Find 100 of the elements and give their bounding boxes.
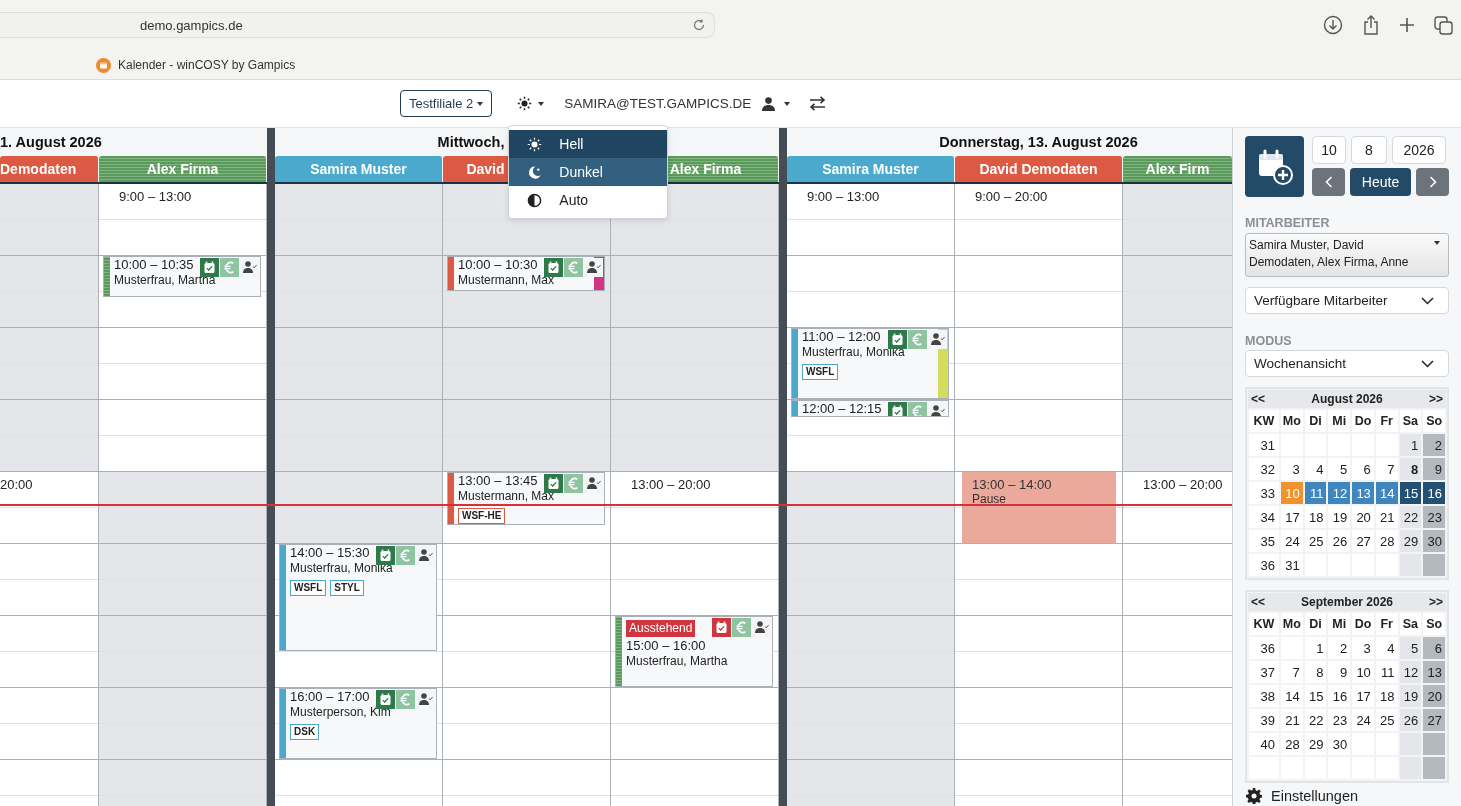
previous-month-link[interactable]: << [1251, 392, 1265, 406]
day-cell[interactable] [1399, 757, 1422, 779]
day-cell[interactable]: 24 [1352, 709, 1374, 731]
today-button[interactable]: Heute [1350, 168, 1411, 196]
reload-icon[interactable] [692, 18, 706, 32]
next-month-link[interactable]: >> [1428, 392, 1443, 406]
day-cell[interactable]: 23 [1328, 709, 1351, 731]
day-cell[interactable]: 12 [1328, 482, 1351, 504]
day-cell[interactable]: 23 [1423, 506, 1445, 528]
theme-menu-item[interactable]: Dunkel [509, 158, 668, 186]
day-cell[interactable]: 7 [1375, 458, 1398, 480]
day-cell[interactable]: 27 [1423, 709, 1445, 731]
day-cell[interactable] [1399, 554, 1422, 576]
day-cell[interactable]: 4 [1304, 458, 1327, 480]
day-cell[interactable]: 25 [1304, 530, 1327, 552]
slot-background[interactable]: 12:00 – 12:15 [787, 400, 954, 436]
day-cell[interactable]: 24 [1281, 530, 1303, 552]
appointment-card[interactable]: 13:00 – 13:45 Mustermann, Max WSF-HE [447, 472, 605, 525]
day-cell[interactable]: 19 [1399, 685, 1422, 707]
theme-menu-item[interactable]: Auto [509, 186, 668, 214]
slot-background[interactable]: 9:00 – 13:00 [787, 184, 954, 220]
day-cell[interactable] [1423, 733, 1445, 755]
day-cell[interactable] [1423, 554, 1445, 576]
calendar-check-icon[interactable] [376, 546, 395, 565]
day-cell[interactable]: 4 [1375, 637, 1398, 659]
day-cell[interactable]: 15 [1399, 482, 1422, 504]
day-cell[interactable]: 16 [1328, 685, 1351, 707]
day-cell[interactable]: 5 [1328, 458, 1351, 480]
day-cell[interactable]: 28 [1281, 733, 1303, 755]
calendar-check-icon[interactable] [712, 618, 731, 637]
slot-background[interactable] [275, 472, 442, 508]
slot-background[interactable] [0, 292, 98, 328]
day-cell[interactable]: 26 [1328, 530, 1351, 552]
day-cell[interactable]: 1 [1399, 434, 1422, 456]
calendar-check-icon[interactable] [888, 330, 907, 349]
day-cell[interactable]: 13 [1423, 661, 1445, 683]
day-cell[interactable]: 17 [1281, 506, 1303, 528]
day-cell[interactable] [1423, 757, 1445, 779]
day-cell[interactable]: 29 [1304, 733, 1327, 755]
settings-link[interactable]: Einstellungen [1245, 788, 1449, 804]
day-cell[interactable]: 6 [1423, 637, 1445, 659]
date-field[interactable]: 8 [1351, 136, 1387, 164]
day-cell[interactable]: 15 [1304, 685, 1327, 707]
employee-header[interactable]: Demodaten [0, 156, 99, 182]
tab-title[interactable]: Kalender - winCOSY by Gampics [118, 58, 296, 72]
previous-month-link[interactable]: << [1251, 595, 1265, 609]
day-cell[interactable]: 13 [1352, 482, 1374, 504]
plus-icon[interactable] [1399, 17, 1415, 33]
calendar-check-icon[interactable] [200, 258, 219, 277]
mode-select[interactable]: Wochenansicht [1245, 350, 1449, 377]
next-button[interactable] [1416, 168, 1449, 196]
employee-header[interactable]: David Demodaten [955, 156, 1123, 182]
day-cell[interactable]: 11 [1304, 482, 1327, 504]
day-cell[interactable]: 21 [1375, 506, 1398, 528]
day-cell[interactable]: 21 [1281, 709, 1303, 731]
day-cell[interactable]: 14 [1281, 685, 1303, 707]
day-cell[interactable]: 7 [1281, 661, 1303, 683]
person-check-icon[interactable] [584, 258, 603, 277]
day-cell[interactable]: 6 [1352, 458, 1374, 480]
day-cell[interactable]: 3 [1352, 637, 1374, 659]
appointment-card[interactable]: 10:00 – 10:35 Musterfrau, Martha [103, 256, 261, 297]
slot-background[interactable]: 9:00 – 13:00 [99, 184, 266, 220]
day-cell[interactable] [1399, 733, 1422, 755]
day-cell[interactable]: 19 [1328, 506, 1351, 528]
share-icon[interactable] [1362, 14, 1380, 36]
slot-background[interactable]: 10:00 – 10:35 Musterfrau, Martha [99, 256, 266, 328]
day-cell[interactable]: 8 [1304, 661, 1327, 683]
day-cell[interactable]: 30 [1423, 530, 1445, 552]
user-email[interactable]: SAMIRA@TEST.GAMPICS.DE [564, 96, 752, 111]
day-cell[interactable]: 25 [1375, 709, 1398, 731]
day-cell[interactable]: 9 [1423, 458, 1445, 480]
day-cell[interactable]: 8 [1399, 458, 1422, 480]
day-cell[interactable]: 28 [1375, 530, 1398, 552]
tabs-icon[interactable] [1434, 15, 1453, 35]
calendar-check-icon[interactable] [888, 402, 907, 416]
next-month-link[interactable]: >> [1429, 595, 1443, 609]
person-check-icon[interactable] [928, 330, 947, 349]
day-cell[interactable]: 1 [1304, 637, 1327, 659]
theme-menu-item[interactable]: Hell [509, 130, 668, 158]
day-cell[interactable]: 10 [1352, 661, 1374, 683]
day-cell[interactable]: 14 [1375, 482, 1398, 504]
day-cell[interactable]: 20 [1352, 506, 1374, 528]
address-bar[interactable]: demo.gampics.de [0, 12, 715, 38]
day-cell[interactable]: 3 [1281, 458, 1303, 480]
swap-arrows-icon[interactable] [809, 96, 827, 111]
staff-select[interactable]: Samira Muster, David Demodaten, Alex Firma, Anne [1245, 233, 1449, 277]
new-appointment-button[interactable] [1245, 136, 1304, 197]
day-cell[interactable]: 17 [1352, 685, 1374, 707]
day-cell[interactable]: 26 [1399, 709, 1422, 731]
day-cell[interactable]: 11 [1375, 661, 1398, 683]
appointment-card[interactable]: 12:00 – 12:15 [791, 400, 949, 417]
calendar-check-icon[interactable] [544, 474, 563, 493]
person-check-icon[interactable] [928, 402, 947, 416]
day-cell[interactable]: 22 [1399, 506, 1422, 528]
available-staff-select[interactable]: Verfügbare Mitarbeiter [1245, 287, 1449, 314]
day-cell[interactable]: 22 [1304, 709, 1327, 731]
calendar-check-icon[interactable] [376, 690, 395, 709]
day-cell[interactable]: 12 [1399, 661, 1422, 683]
branch-dropdown[interactable]: Testfiliale 2 [400, 90, 493, 117]
date-field[interactable]: 10 [1312, 136, 1346, 164]
